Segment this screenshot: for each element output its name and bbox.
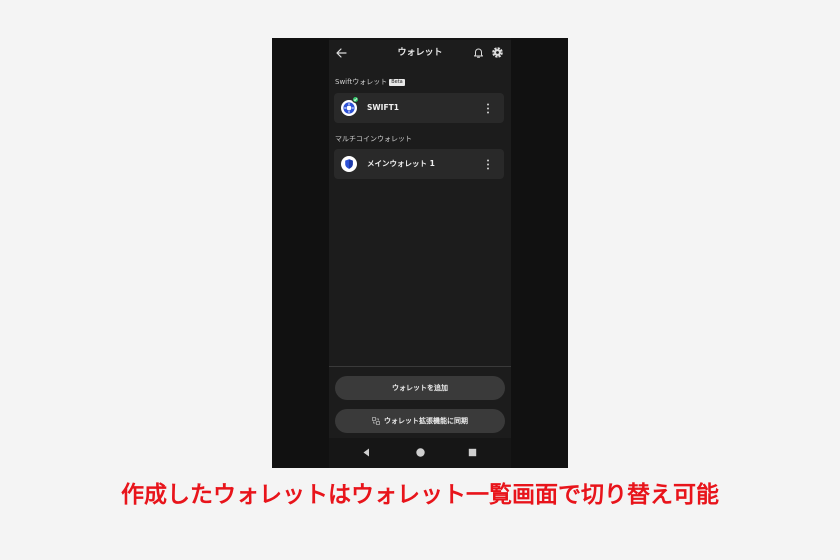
wallet-card-main-wallet-1[interactable]: メインウォレット 1: [334, 149, 504, 179]
bell-icon[interactable]: [472, 46, 485, 59]
add-wallet-button[interactable]: ウォレットを追加: [335, 376, 505, 400]
wallets-screen: ウォレット Swiftウォレット Beta SWIFT1 マルチコインウォレット…: [329, 38, 511, 468]
app-header: ウォレット: [329, 38, 511, 70]
multicoin-wallet-section-label: マルチコインウォレット: [335, 135, 412, 143]
gear-icon[interactable]: [491, 46, 504, 59]
sync-extension-icon: [372, 417, 380, 425]
wallet-name: SWIFT1: [367, 103, 399, 112]
page-title: ウォレット: [397, 48, 443, 58]
android-nav-bar: [329, 438, 511, 468]
sync-extension-label: ウォレット拡張機能に同期: [384, 417, 468, 425]
add-wallet-label: ウォレットを追加: [392, 384, 448, 392]
caption-text: 作成したウォレットはウォレット一覧画面で切り替え可能: [121, 482, 719, 508]
sync-extension-button[interactable]: ウォレット拡張機能に同期: [335, 409, 505, 433]
beta-badge: Beta: [389, 79, 405, 86]
shield-wallet-icon: [341, 156, 357, 172]
arrow-left-icon[interactable]: [334, 46, 348, 60]
nav-home-icon[interactable]: [415, 447, 426, 458]
more-vertical-icon[interactable]: [486, 103, 490, 114]
wallet-name: メインウォレット 1: [367, 159, 435, 168]
divider: [329, 366, 511, 367]
verified-check-icon: [352, 96, 359, 103]
phone-frame: ウォレット Swiftウォレット Beta SWIFT1 マルチコインウォレット…: [272, 38, 568, 468]
wallet-card-swift1[interactable]: SWIFT1: [334, 93, 504, 123]
nav-back-icon[interactable]: [361, 447, 372, 458]
swift-wallet-section-label: Swiftウォレット Beta: [335, 77, 405, 87]
more-vertical-icon[interactable]: [486, 159, 490, 170]
section-title: Swiftウォレット: [335, 78, 388, 86]
nav-recents-icon[interactable]: [468, 448, 477, 457]
